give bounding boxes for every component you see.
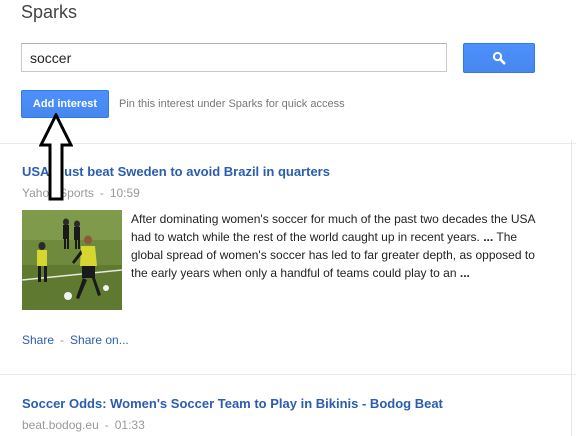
snippet-text: After dominating women's soccer for much… xyxy=(131,212,535,244)
search-icon xyxy=(492,51,506,65)
share-link[interactable]: Share xyxy=(22,333,54,347)
meta-separator: - xyxy=(104,418,109,432)
article-time: 10:59 xyxy=(109,186,140,200)
pin-interest-hint: Pin this interest under Sparks for quick… xyxy=(119,98,345,110)
share-on-link[interactable]: Share on... xyxy=(70,333,129,347)
divider xyxy=(0,143,576,144)
article-time: 01:33 xyxy=(114,418,145,432)
article-title-link[interactable]: Soccer Odds: Women's Soccer Team to Play… xyxy=(22,396,443,411)
search-input[interactable] xyxy=(21,43,447,72)
snippet-ellipsis: ... xyxy=(459,266,470,280)
up-arrow-annotation xyxy=(39,113,73,201)
article-thumbnail[interactable] xyxy=(22,210,122,310)
article-source: beat.bodog.eu xyxy=(22,418,99,432)
meta-separator: - xyxy=(99,186,104,200)
search-button[interactable] xyxy=(463,43,535,73)
share-separator: - xyxy=(60,333,65,347)
page-title: Sparks xyxy=(21,2,78,22)
panel-border xyxy=(571,140,572,436)
divider xyxy=(0,374,576,375)
article-meta: beat.bodog.eu -01:33 xyxy=(22,418,145,432)
article-snippet: After dominating women's soccer for much… xyxy=(131,210,547,282)
snippet-ellipsis: ... xyxy=(483,230,494,244)
share-row: Share - Share on... xyxy=(22,333,129,347)
